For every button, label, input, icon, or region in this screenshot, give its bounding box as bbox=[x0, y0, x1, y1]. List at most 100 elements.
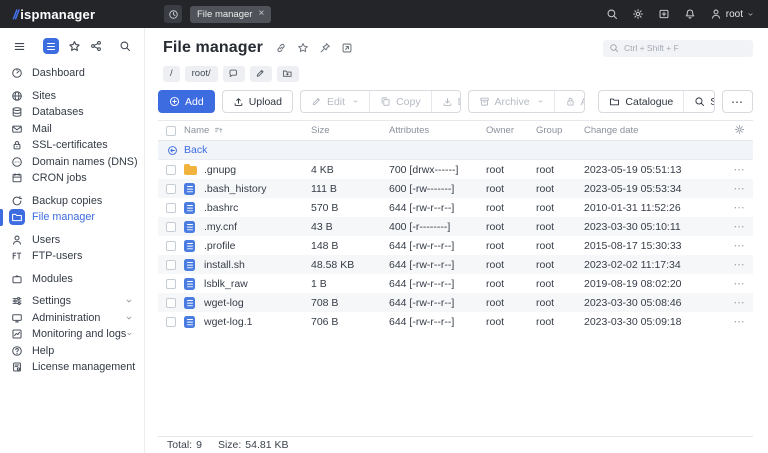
row-checkbox[interactable] bbox=[166, 240, 176, 251]
sidebar-item-file-manager[interactable]: File manager bbox=[0, 209, 144, 226]
table-row[interactable]: .bashrc 570 B 644 [-rw-r--r--] root root… bbox=[158, 198, 753, 217]
edit-button[interactable]: Edit bbox=[301, 91, 369, 112]
search-icon[interactable] bbox=[606, 8, 618, 20]
sidebar-item-databases[interactable]: Databases bbox=[0, 104, 144, 121]
user-menu[interactable]: root bbox=[710, 8, 754, 20]
table-row[interactable]: .profile 148 B 644 [-rw-r--r--] root roo… bbox=[158, 236, 753, 255]
archive-access-group: Archive Access bbox=[467, 90, 586, 113]
sidebar-item-help[interactable]: Help bbox=[0, 343, 144, 360]
column-header-owner[interactable]: Owner bbox=[486, 125, 536, 136]
row-checkbox[interactable] bbox=[166, 202, 176, 213]
close-icon[interactable]: × bbox=[258, 9, 264, 19]
sidebar-item-modules[interactable]: Modules bbox=[0, 271, 144, 288]
sidebar-item-cron-jobs[interactable]: CRON jobs bbox=[0, 170, 144, 187]
upload-button[interactable]: Upload bbox=[221, 90, 293, 113]
column-header-size[interactable]: Size bbox=[311, 125, 389, 136]
edit-path-icon[interactable] bbox=[249, 65, 272, 82]
new-window-icon[interactable] bbox=[658, 8, 670, 20]
row-menu-button[interactable]: ⋯ bbox=[734, 163, 754, 176]
breadcrumb-current-dir[interactable]: root/ bbox=[184, 65, 218, 82]
row-menu-button[interactable]: ⋯ bbox=[734, 201, 754, 214]
file-owner: root bbox=[486, 220, 505, 233]
chevron-down-icon bbox=[747, 11, 754, 18]
search-input[interactable] bbox=[624, 43, 747, 53]
sidebar-item-users[interactable]: Users bbox=[0, 232, 144, 249]
quick-search-box[interactable] bbox=[603, 39, 753, 57]
select-all-checkbox[interactable] bbox=[166, 125, 176, 136]
column-header-group[interactable]: Group bbox=[536, 125, 584, 136]
row-menu-button[interactable]: ⋯ bbox=[734, 182, 754, 195]
table-columns-settings-icon[interactable] bbox=[734, 124, 745, 135]
table-row[interactable]: .bash_history 111 B 600 [-rw-------] roo… bbox=[158, 179, 753, 198]
table-row[interactable]: lsblk_raw 1 B 644 [-rw-r--r--] root root… bbox=[158, 274, 753, 293]
open-new-window-icon[interactable] bbox=[341, 42, 353, 54]
table-row[interactable]: .gnupg 4 KB 700 [drwx------] root root 2… bbox=[158, 160, 753, 179]
go-to-folder-icon[interactable] bbox=[276, 65, 299, 82]
row-menu-button[interactable]: ⋯ bbox=[734, 239, 754, 252]
row-checkbox[interactable] bbox=[166, 221, 176, 232]
row-menu-button[interactable]: ⋯ bbox=[734, 296, 754, 309]
table-row[interactable]: wget-log 708 B 644 [-rw-r--r--] root roo… bbox=[158, 293, 753, 312]
history-icon[interactable] bbox=[164, 5, 182, 23]
star-icon[interactable] bbox=[68, 40, 81, 53]
pencil-icon bbox=[311, 96, 322, 107]
sidebar-item-administration[interactable]: Administration bbox=[0, 310, 144, 327]
file-change-date: 2015-08-17 15:30:33 bbox=[584, 239, 682, 252]
pin-icon[interactable] bbox=[319, 42, 331, 54]
shell-icon[interactable] bbox=[222, 65, 245, 82]
download-button[interactable]: Download bbox=[430, 91, 460, 112]
table-row[interactable]: wget-log.1 706 B 644 [-rw-r--r--] root r… bbox=[158, 312, 753, 331]
sort-icon[interactable] bbox=[214, 126, 223, 135]
share-icon[interactable] bbox=[90, 40, 102, 52]
status-bar: Total: 9 Size: 54.81 KB bbox=[158, 436, 753, 453]
column-header-attributes[interactable]: Attributes bbox=[389, 125, 486, 136]
row-checkbox[interactable] bbox=[166, 259, 176, 270]
sidebar-item-license-management[interactable]: License management bbox=[0, 359, 144, 376]
sidebar-item-monitoring-and-logs[interactable]: Monitoring and logs bbox=[0, 326, 144, 343]
folder-icon bbox=[184, 164, 197, 175]
row-menu-button[interactable]: ⋯ bbox=[734, 315, 754, 328]
more-button[interactable]: ⋯ bbox=[722, 90, 753, 113]
archive-button[interactable]: Archive bbox=[469, 91, 554, 112]
sidebar-item-sites[interactable]: Sites bbox=[0, 88, 144, 105]
ftp-users-icon bbox=[9, 248, 25, 264]
sidebar-search-icon[interactable] bbox=[119, 40, 131, 52]
row-checkbox[interactable] bbox=[166, 183, 176, 194]
row-checkbox[interactable] bbox=[166, 164, 176, 175]
menu-view-icon[interactable] bbox=[43, 38, 59, 54]
sidebar-item-label: SSL-certificates bbox=[32, 139, 108, 152]
back-row[interactable]: Back bbox=[158, 141, 753, 160]
chevron-down-icon bbox=[125, 297, 133, 305]
table-row[interactable]: .my.cnf 43 B 400 [-r--------] root root … bbox=[158, 217, 753, 236]
sidebar-item-domain-names-dns[interactable]: Domain names (DNS) bbox=[0, 154, 144, 171]
hamburger-icon[interactable] bbox=[13, 40, 26, 53]
bell-icon[interactable] bbox=[684, 8, 696, 20]
favorite-star-icon[interactable] bbox=[297, 42, 309, 54]
row-checkbox[interactable] bbox=[166, 297, 176, 308]
access-button[interactable]: Access bbox=[553, 91, 584, 112]
catalogue-button[interactable]: Catalogue bbox=[599, 91, 683, 112]
copy-button[interactable]: Copy bbox=[369, 91, 431, 112]
sidebar-item-backup-copies[interactable]: Backup copies bbox=[0, 193, 144, 210]
gear-icon[interactable] bbox=[632, 8, 644, 20]
add-button[interactable]: Add bbox=[158, 90, 215, 113]
search-button[interactable]: Search bbox=[683, 91, 714, 112]
breadcrumb-root[interactable]: / bbox=[163, 65, 180, 82]
sidebar-item-dashboard[interactable]: Dashboard bbox=[0, 65, 144, 82]
row-menu-button[interactable]: ⋯ bbox=[734, 258, 754, 271]
tab-file-manager[interactable]: File manager × bbox=[190, 5, 272, 23]
sidebar-item-ftp-users[interactable]: FTP-users bbox=[0, 248, 144, 265]
file-attributes: 644 [-rw-r--r--] bbox=[389, 315, 455, 328]
row-checkbox[interactable] bbox=[166, 316, 176, 327]
ispmanager-logo[interactable]: //ispmanager bbox=[0, 7, 150, 22]
link-icon[interactable] bbox=[275, 42, 287, 54]
row-checkbox[interactable] bbox=[166, 278, 176, 289]
table-row[interactable]: install.sh 48.58 KB 644 [-rw-r--r--] roo… bbox=[158, 255, 753, 274]
row-menu-button[interactable]: ⋯ bbox=[734, 220, 754, 233]
column-header-name[interactable]: Name bbox=[184, 125, 209, 136]
sidebar-item-ssl-certificates[interactable]: SSL-certificates bbox=[0, 137, 144, 154]
row-menu-button[interactable]: ⋯ bbox=[734, 277, 754, 290]
sidebar-item-settings[interactable]: Settings bbox=[0, 293, 144, 310]
sidebar-item-mail[interactable]: Mail bbox=[0, 121, 144, 138]
column-header-date[interactable]: Change date bbox=[584, 125, 723, 136]
